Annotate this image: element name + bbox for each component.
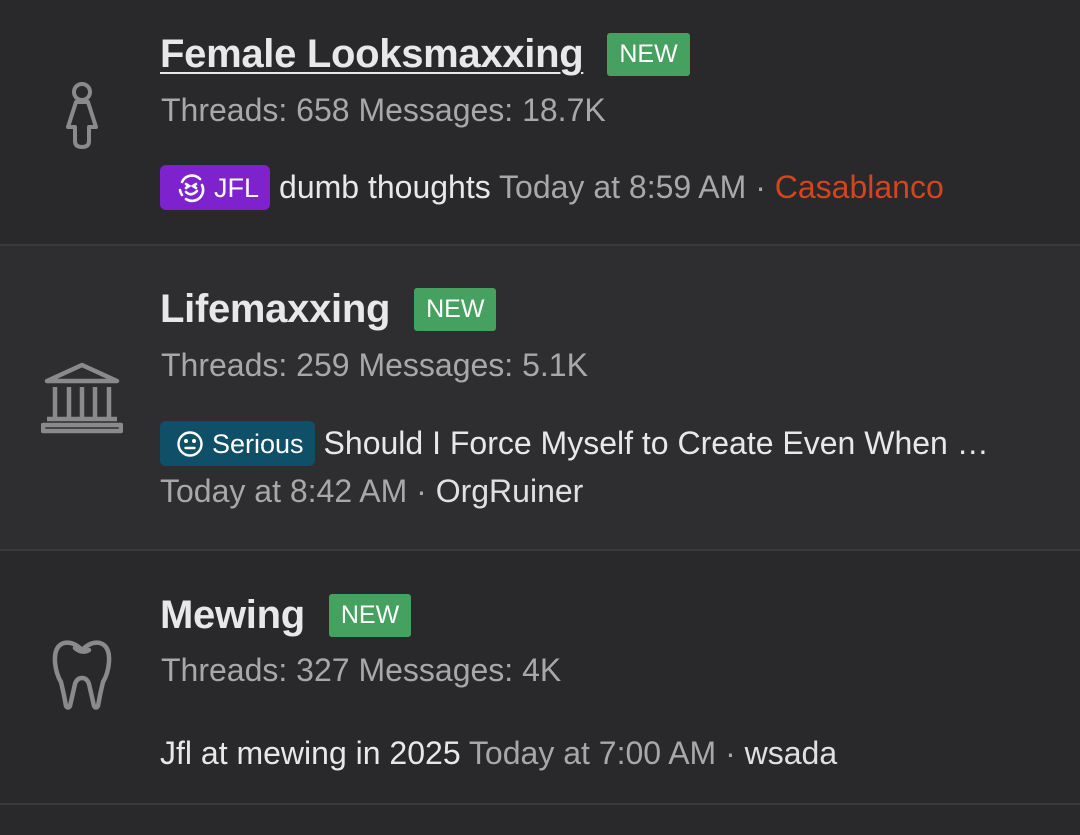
- latest-thread: Jfl at mewing in 2025 Today at 7:00 AM ·…: [160, 731, 837, 775]
- latest-thread-meta: Today at 8:42 AM · OrgRuiner: [160, 469, 583, 513]
- separator: ·: [755, 169, 766, 205]
- forum-node-female-looksmaxxing: Female Looksmaxxing NEW Threads: 658 Mes…: [0, 0, 1080, 246]
- latest-thread: Serious Should I Force Myself to Create E…: [160, 421, 989, 468]
- messages-label: Messages:: [358, 652, 514, 688]
- thread-prefix-serious[interactable]: Serious: [160, 421, 315, 467]
- node-title-link[interactable]: Female Looksmaxxing: [160, 30, 584, 78]
- forum-node-partial: [0, 805, 1080, 835]
- node-title-row: Female Looksmaxxing NEW: [160, 30, 690, 78]
- latest-thread-time[interactable]: Today at 8:42 AM: [160, 473, 407, 509]
- separator: ·: [416, 473, 427, 509]
- threads-count: 658: [296, 92, 350, 128]
- messages-label: Messages:: [358, 347, 514, 383]
- messages-count: 4K: [522, 652, 562, 688]
- threads-label: Threads:: [161, 652, 288, 688]
- node-title-link[interactable]: Mewing: [160, 591, 305, 639]
- forum-node-list: Female Looksmaxxing NEW Threads: 658 Mes…: [0, 0, 1080, 835]
- threads-count: 259: [296, 347, 350, 383]
- threads-count: 327: [296, 652, 350, 688]
- latest-thread-title[interactable]: Should I Force Myself to Create Even Whe…: [324, 421, 989, 465]
- messages-label: Messages:: [358, 92, 514, 128]
- messages-count: 18.7K: [522, 92, 606, 128]
- new-badge: NEW: [607, 32, 690, 76]
- latest-thread-user[interactable]: Casablanco: [775, 169, 944, 205]
- threads-label: Threads:: [161, 92, 288, 128]
- latest-thread-title[interactable]: dumb thoughts: [279, 169, 491, 205]
- thread-prefix-jfl[interactable]: JFL: [160, 165, 271, 211]
- messages-count: 5.1K: [522, 347, 588, 383]
- prefix-label: Serious: [212, 428, 304, 459]
- latest-thread-title[interactable]: Jfl at mewing in 2025: [160, 735, 461, 771]
- latest-thread-time[interactable]: Today at 7:00 AM: [469, 735, 716, 771]
- new-badge: NEW: [328, 593, 412, 637]
- node-title-row: Mewing NEW: [160, 591, 412, 639]
- latest-thread-user[interactable]: wsada: [745, 735, 838, 771]
- latest-thread: JFL dumb thoughts Today at 8:59 AM · Casa…: [160, 165, 944, 212]
- female-icon: [40, 78, 124, 154]
- forum-node-mewing: Mewing NEW Threads: 327 Messages: 4K Jfl…: [0, 551, 1080, 805]
- node-stats: Threads: 259 Messages: 5.1K: [161, 345, 588, 385]
- node-stats: Threads: 327 Messages: 4K: [161, 650, 561, 690]
- laugh-icon: [178, 173, 205, 202]
- new-badge: NEW: [414, 287, 497, 331]
- separator: ·: [725, 735, 736, 771]
- forum-node-lifemaxxing: Lifemaxxing NEW Threads: 259 Messages: 5…: [0, 246, 1080, 551]
- latest-thread-user[interactable]: OrgRuiner: [436, 473, 584, 509]
- node-title-row: Lifemaxxing NEW: [160, 285, 497, 333]
- tooth-icon: [40, 637, 124, 713]
- neutral-face-icon: [177, 430, 203, 457]
- bank-icon: [40, 358, 124, 438]
- threads-label: Threads:: [161, 347, 288, 383]
- node-title-link[interactable]: Lifemaxxing: [160, 285, 390, 333]
- latest-thread-time[interactable]: Today at 8:59 AM: [499, 169, 746, 205]
- prefix-label: JFL: [214, 172, 260, 203]
- node-stats: Threads: 658 Messages: 18.7K: [161, 90, 606, 130]
